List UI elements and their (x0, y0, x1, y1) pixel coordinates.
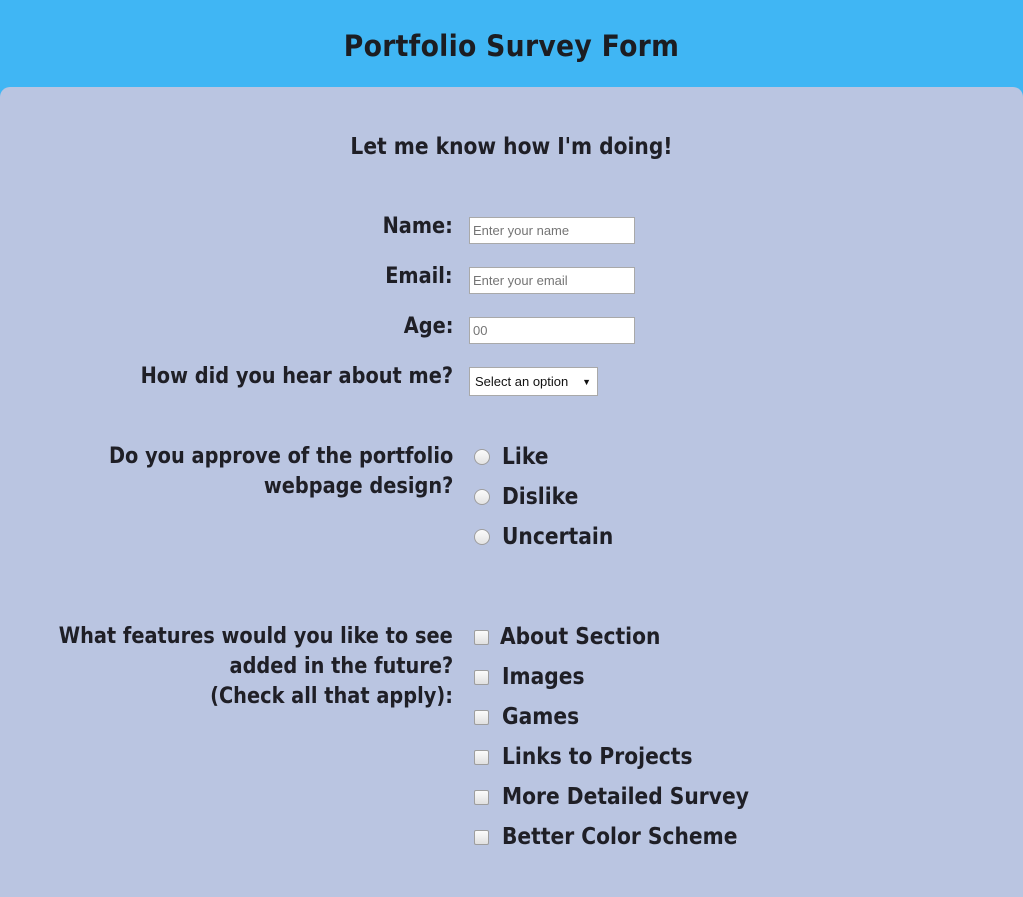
email-label: Email: (385, 264, 453, 289)
referral-label: How did you hear about me? (140, 364, 453, 389)
survey-subtitle: Let me know how I'm doing! (350, 134, 673, 160)
checkbox-games-label[interactable]: Games (502, 702, 579, 732)
name-input[interactable] (469, 217, 635, 244)
checkbox-more-detailed-survey[interactable] (474, 790, 489, 805)
checkbox-about-section[interactable] (474, 630, 489, 645)
checkbox-games[interactable] (474, 710, 489, 725)
approval-label-line2: webpage design? (263, 474, 453, 499)
radio-like[interactable] (474, 449, 490, 465)
name-label: Name: (382, 214, 453, 239)
checkbox-more-detailed-survey-label[interactable]: More Detailed Survey (502, 782, 749, 812)
radio-uncertain[interactable] (474, 529, 490, 545)
page-title: Portfolio Survey Form (343, 29, 680, 63)
checkbox-better-color-scheme[interactable] (474, 830, 489, 845)
radio-dislike[interactable] (474, 489, 490, 505)
age-input[interactable] (469, 317, 635, 344)
email-input[interactable] (469, 267, 635, 294)
referral-select[interactable]: Select an option ▼ (469, 367, 598, 396)
checkbox-about-section-label[interactable]: About Section (500, 622, 660, 652)
radio-like-label[interactable]: Like (502, 442, 548, 472)
radio-uncertain-label[interactable]: Uncertain (502, 522, 613, 552)
radio-dislike-label[interactable]: Dislike (502, 482, 578, 512)
features-label-line3: (Check all that apply): (210, 684, 453, 709)
dropdown-arrow-icon: ▼ (582, 377, 591, 387)
features-label-line2: added in the future? (229, 654, 453, 679)
checkbox-links-to-projects[interactable] (474, 750, 489, 765)
header-bar: Portfolio Survey Form (0, 0, 1023, 100)
approval-label-line1: Do you approve of the portfolio (108, 444, 453, 469)
checkbox-links-to-projects-label[interactable]: Links to Projects (502, 742, 693, 772)
age-label: Age: (403, 314, 453, 339)
checkbox-images-label[interactable]: Images (502, 662, 585, 692)
referral-select-value: Select an option (475, 374, 569, 389)
features-label-line1: What features would you like to see (58, 624, 453, 649)
checkbox-images[interactable] (474, 670, 489, 685)
checkbox-better-color-scheme-label[interactable]: Better Color Scheme (502, 822, 737, 852)
